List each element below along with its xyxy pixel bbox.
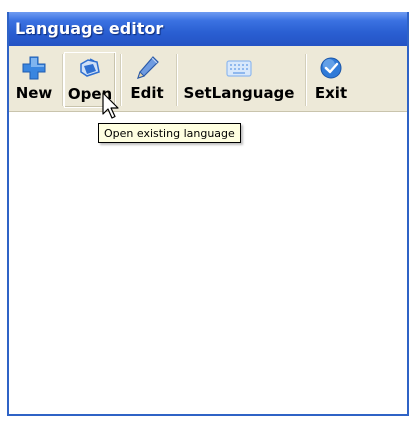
- language-editor-window: Language editor New Open Edit SetLanguag…: [7, 12, 409, 416]
- toolbar-separator: [62, 54, 63, 106]
- toolbar: New Open Edit SetLanguage Exit: [9, 46, 407, 112]
- toolbar-separator: [305, 54, 306, 106]
- edit-button-label: Edit: [130, 84, 164, 102]
- keyboard-icon: [226, 60, 252, 77]
- new-button[interactable]: New: [11, 52, 57, 108]
- check-circle-icon: [320, 57, 342, 79]
- exit-button[interactable]: Exit: [307, 52, 355, 108]
- folder-open-icon: [80, 58, 100, 77]
- tooltip: Open existing language: [98, 123, 241, 143]
- content-area[interactable]: [9, 112, 407, 414]
- new-button-label: New: [15, 84, 53, 102]
- plus-icon: [22, 56, 46, 80]
- mouse-cursor-icon: [102, 92, 119, 119]
- pencil-icon: [137, 56, 159, 79]
- set-language-button-label: SetLanguage: [183, 84, 295, 102]
- exit-button-label: Exit: [314, 84, 348, 102]
- window-title: Language editor: [15, 19, 164, 38]
- edit-button[interactable]: Edit: [123, 52, 171, 108]
- set-language-button[interactable]: SetLanguage: [179, 52, 299, 108]
- toolbar-separator: [176, 54, 177, 106]
- title-bar[interactable]: Language editor: [9, 12, 407, 46]
